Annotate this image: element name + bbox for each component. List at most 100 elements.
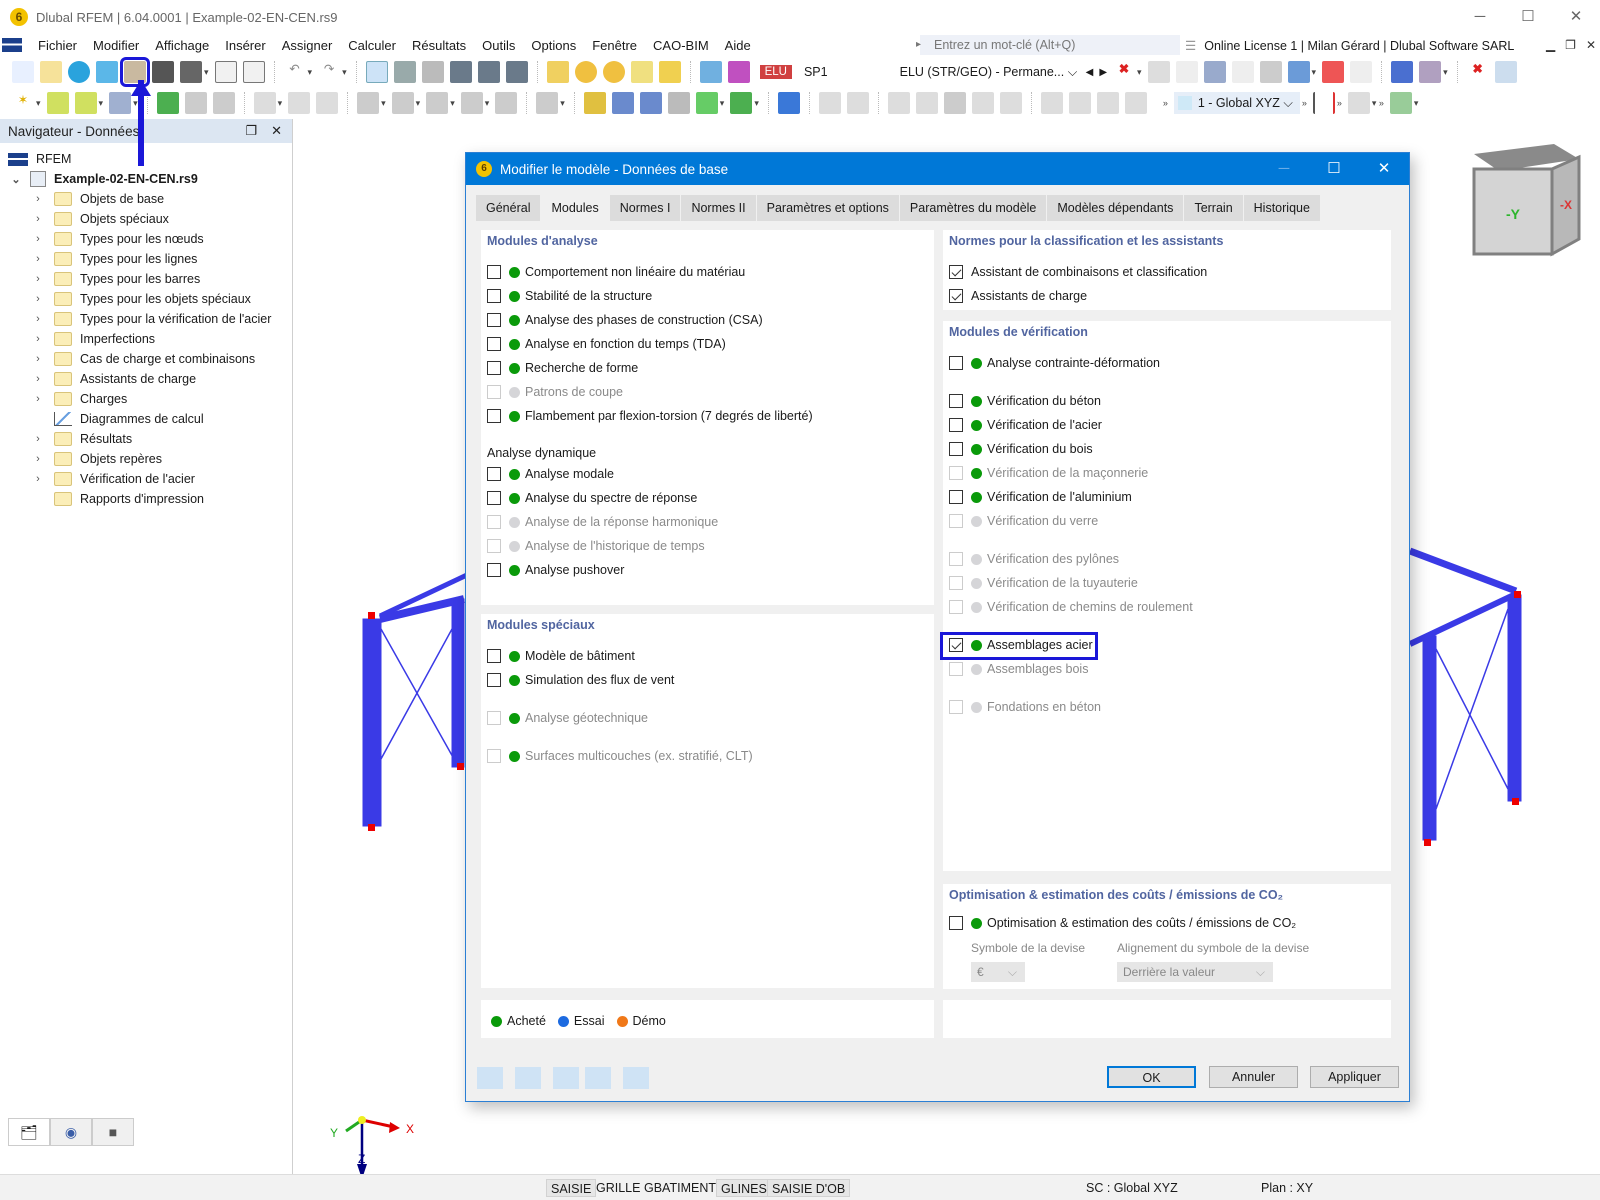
search-input[interactable]: Entrez un mot-clé (Alt+Q) — [916, 35, 1180, 55]
chevron-right-icon[interactable]: › — [32, 353, 44, 365]
load-case-prev-icon[interactable] — [699, 61, 722, 83]
align-icon[interactable] — [1040, 92, 1063, 114]
module-row[interactable]: Simulation des flux de vent — [487, 671, 674, 689]
chevron-right-icon[interactable]: › — [32, 333, 44, 345]
tree-item[interactable]: › Types pour les objets spéciaux — [0, 289, 292, 309]
close-button[interactable]: ✕ — [1552, 0, 1600, 34]
tree-item[interactable]: › Types pour les lignes — [0, 249, 292, 269]
chevron-right-icon[interactable]: › — [32, 273, 44, 285]
new-member-icon[interactable] — [74, 92, 97, 114]
guide-icon[interactable] — [695, 92, 718, 114]
target-select-icon[interactable] — [602, 61, 625, 83]
status-toggle-glines[interactable]: GLINES — [716, 1179, 772, 1197]
results-icon[interactable] — [1287, 61, 1310, 83]
filter-icon[interactable] — [777, 92, 800, 114]
arrow-icon[interactable] — [915, 92, 938, 114]
tab-terrain[interactable]: Terrain — [1184, 195, 1243, 221]
split-icon[interactable] — [971, 92, 994, 114]
new-model-icon[interactable] — [12, 61, 34, 83]
mdi-close-button[interactable]: ✕ — [1586, 38, 1596, 52]
table-view-icon[interactable] — [365, 61, 388, 83]
tree-item[interactable]: › Charges — [0, 389, 292, 409]
load-member-icon[interactable] — [391, 92, 414, 114]
module-row[interactable]: Recherche de forme — [487, 359, 638, 377]
module-row[interactable]: Analyse pushover — [487, 561, 624, 579]
console-icon[interactable] — [449, 61, 472, 83]
checkbox[interactable] — [949, 916, 963, 930]
chevron-right-icon[interactable]: › — [32, 233, 44, 245]
frame-icon[interactable] — [818, 92, 841, 114]
checkbox[interactable] — [487, 491, 501, 505]
chevron-right-icon[interactable]: › — [32, 453, 44, 465]
dimension-icon[interactable] — [253, 92, 276, 114]
chevron-right-icon[interactable]: › — [32, 213, 44, 225]
checkbox[interactable] — [487, 649, 501, 663]
tree-item[interactable]: Rapports d'impression — [0, 489, 292, 509]
open-folder-icon[interactable] — [40, 61, 62, 83]
chevron-right-icon[interactable]: › — [32, 193, 44, 205]
calculator-icon[interactable] — [1389, 92, 1412, 114]
new-node-icon[interactable]: ✶ — [12, 92, 34, 114]
chevron-right-icon[interactable]: › — [32, 293, 44, 305]
tab-normes-1[interactable]: Normes I — [609, 195, 681, 221]
dialog-minimize-button[interactable]: ─ — [1259, 153, 1309, 185]
checkbox[interactable] — [949, 356, 963, 370]
currency-dropdown[interactable]: € — [971, 962, 1025, 982]
load-surface-icon[interactable] — [426, 92, 449, 114]
align-4-icon[interactable] — [1124, 92, 1147, 114]
measure-2-icon[interactable] — [639, 92, 662, 114]
deformation-icon[interactable] — [1203, 61, 1226, 83]
tree-item[interactable]: › Types pour la vérification de l'acier — [0, 309, 292, 329]
module-row[interactable]: Analyse modale — [487, 465, 614, 483]
module-row[interactable]: Modèle de bâtiment — [487, 647, 635, 665]
checkbox[interactable] — [487, 265, 501, 279]
load-case-next-icon[interactable] — [727, 61, 750, 83]
webservice-icon[interactable] — [96, 61, 118, 83]
box-icon[interactable] — [943, 92, 966, 114]
module-row[interactable]: Vérification de l'aluminium — [949, 488, 1132, 506]
checkbox[interactable] — [949, 394, 963, 408]
undo-icon[interactable]: ↶ — [284, 61, 306, 83]
next-arrow-icon[interactable]: ▶ — [1099, 67, 1107, 78]
view-tab-icon[interactable]: ◉ — [50, 1118, 92, 1146]
load-combination-dropdown[interactable]: ELU (STR/GEO) - Permane... ⌵ — [900, 65, 1080, 80]
module-row[interactable]: Analyse du spectre de réponse — [487, 489, 697, 507]
new-line-icon[interactable] — [46, 92, 69, 114]
menu-resultats[interactable]: Résultats — [412, 38, 466, 53]
view-direction-icon[interactable] — [1347, 92, 1370, 114]
new-surface-icon[interactable] — [109, 92, 132, 114]
tree-item[interactable]: › Objets de base — [0, 189, 292, 209]
tab-general[interactable]: Général — [476, 195, 541, 221]
standard-row[interactable]: Assistants de charge — [949, 287, 1087, 305]
tab-historique[interactable]: Historique — [1243, 195, 1320, 221]
chevron-right-icon[interactable]: › — [32, 393, 44, 405]
values-icon[interactable] — [1175, 61, 1198, 83]
alignment-dropdown[interactable]: Derrière la valeur — [1117, 962, 1273, 982]
load-solid-icon[interactable] — [460, 92, 483, 114]
checkbox[interactable] — [487, 563, 501, 577]
mdi-minimize-button[interactable]: ▁ — [1546, 38, 1555, 52]
dimension-node-icon[interactable] — [583, 92, 606, 114]
chevron-down-icon[interactable]: ⌄ — [10, 173, 22, 186]
load-free-icon[interactable] — [495, 92, 518, 114]
chevron-right-icon[interactable]: › — [32, 433, 44, 445]
tree-root[interactable]: RFEM — [0, 149, 292, 169]
tree-item[interactable]: › Assistants de charge — [0, 369, 292, 389]
checkbox[interactable] — [949, 490, 963, 504]
save-icon[interactable] — [152, 61, 174, 83]
chevron-right-icon[interactable]: › — [32, 253, 44, 265]
clear-selection-icon[interactable]: ✖ — [1467, 61, 1489, 83]
tree-item[interactable]: › Objets spéciaux — [0, 209, 292, 229]
document-icon[interactable] — [242, 61, 265, 83]
node-select-icon[interactable] — [574, 61, 597, 83]
module-row[interactable]: Vérification du béton — [949, 392, 1101, 410]
filter-clear-icon[interactable]: ✖ — [1113, 61, 1135, 83]
menu-options[interactable]: Options — [531, 38, 576, 53]
scale-icon[interactable] — [1419, 61, 1442, 83]
checkbox-checked[interactable] — [949, 265, 963, 279]
module-row[interactable]: Analyse des phases de construction (CSA) — [487, 311, 763, 329]
checkbox[interactable] — [487, 313, 501, 327]
tab-parametres-modele[interactable]: Paramètres du modèle — [899, 195, 1047, 221]
measure-3-icon[interactable] — [667, 92, 690, 114]
dimension-2-icon[interactable] — [288, 92, 311, 114]
